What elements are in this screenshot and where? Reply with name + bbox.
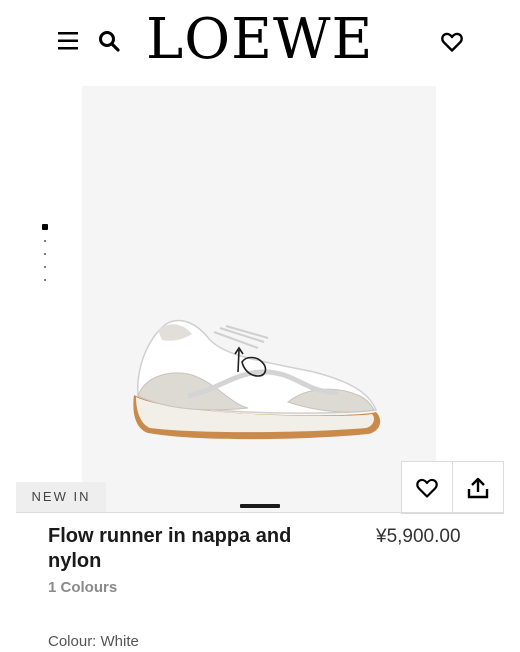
pager-dot[interactable] [44, 279, 46, 281]
brand-logo[interactable]: LOEWE [146, 10, 372, 70]
pager-dot[interactable] [44, 240, 46, 242]
colours-count-link[interactable]: 1 Colours [48, 578, 248, 598]
image-pager [42, 224, 50, 286]
heart-outline-icon [416, 478, 438, 498]
search-icon[interactable] [97, 29, 121, 53]
new-in-badge: NEW IN [16, 482, 106, 512]
product-price: ¥5,900.00 [376, 526, 461, 547]
share-button[interactable] [452, 461, 504, 514]
site-header: LOEWE [0, 0, 520, 86]
pager-dot[interactable] [44, 253, 46, 255]
divider [16, 512, 503, 513]
add-to-wishlist-button[interactable] [401, 461, 453, 514]
pager-dot-active[interactable] [42, 224, 48, 230]
share-upload-icon [467, 477, 489, 499]
pager-dot[interactable] [44, 266, 46, 268]
product-image-sneaker [133, 319, 381, 440]
selected-colour-label: Colour: White [48, 633, 139, 650]
product-title: Flow runner in nappa and nylon [48, 525, 292, 572]
heart-icon[interactable] [440, 30, 464, 54]
gallery-position-indicator [240, 504, 280, 508]
hamburger-menu-icon[interactable] [57, 30, 79, 52]
